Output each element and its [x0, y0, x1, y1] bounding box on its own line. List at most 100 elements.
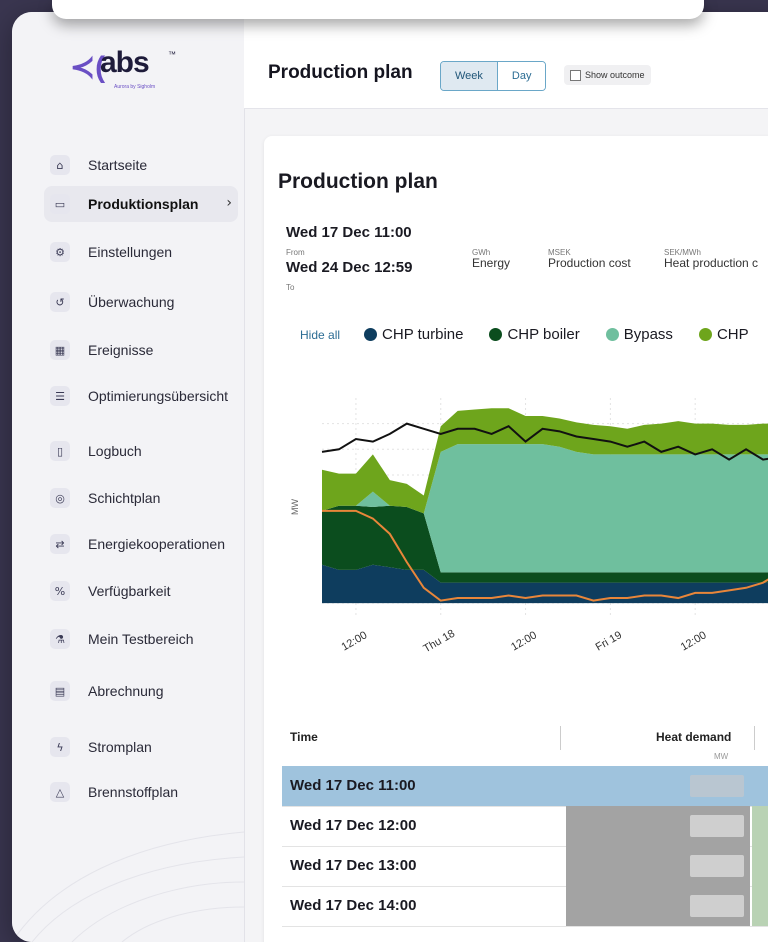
sidebar-item-label: Energiekooperationen: [88, 536, 225, 552]
kpi-heat-production-cost: SEK/MWh Heat production c: [664, 248, 758, 270]
sidebar-item-label: Ereignisse: [88, 342, 154, 358]
from-label: From: [286, 248, 305, 257]
sidebar-item-produktionsplan[interactable]: ▭ Produktionsplan ›: [44, 186, 238, 222]
heat-demand-value[interactable]: [690, 815, 744, 837]
sidebar-item-label: Stromplan: [88, 739, 152, 755]
sidebar-item-überwachung[interactable]: ↺ Überwachung: [44, 284, 238, 320]
sidebar-item-startseite[interactable]: ⌂ Startseite: [44, 147, 238, 183]
production-chart[interactable]: MW 12:00 Thu 18 12:00 Fri 19 12:00: [264, 376, 768, 696]
kpi-name: Heat production c: [664, 256, 759, 270]
user-schedule-icon: ◎: [50, 488, 70, 508]
sidebar-item-verfügbarkeit[interactable]: % Verfügbarkeit: [44, 573, 238, 609]
percent-icon: %: [50, 581, 70, 601]
column-heat-unit: MW: [714, 752, 729, 761]
history-icon: ↺: [50, 292, 70, 312]
x-tick-label: 12:00: [509, 629, 539, 653]
legend-label: CHP turbine: [382, 326, 464, 343]
kpi-production-cost: MSEK Production cost: [548, 248, 631, 270]
kpi-name: Production cost: [548, 256, 631, 270]
next-column-cell[interactable]: [752, 846, 768, 886]
logo-trademark: ™: [168, 50, 176, 59]
sidebar-item-mein testbereich[interactable]: ⚗ Mein Testbereich: [44, 621, 238, 657]
x-tick-label: Fri 19: [594, 629, 624, 653]
day-button[interactable]: Day: [496, 62, 546, 90]
brand-logo[interactable]: ≺( abs ™ Aurora by Sigholm: [70, 44, 180, 94]
sidebar-item-label: Produktionsplan: [88, 196, 199, 212]
legend-item[interactable]: CHP boiler: [489, 326, 580, 343]
flask-icon: ⚗: [50, 629, 70, 649]
table-row[interactable]: Wed 17 Dec 14:00: [282, 886, 768, 927]
sidebar: ≺( abs ™ Aurora by Sigholm ⌂ Startseite ▭ P…: [12, 12, 245, 942]
calendar-icon: ▦: [50, 340, 70, 360]
legend-item[interactable]: CHP: [698, 326, 749, 343]
show-outcome-label: Show outcome: [585, 70, 645, 80]
row-time: Wed 17 Dec 14:00: [290, 897, 417, 914]
home-icon: ⌂: [50, 155, 70, 175]
hide-all-link[interactable]: Hide all: [300, 328, 340, 342]
row-time: Wed 17 Dec 13:00: [290, 857, 417, 874]
table-row[interactable]: Wed 17 Dec 13:00: [282, 846, 768, 887]
sidebar-item-ereignisse[interactable]: ▦ Ereignisse: [44, 332, 238, 368]
show-outcome-toggle[interactable]: Show outcome: [564, 65, 651, 85]
heat-demand-value[interactable]: [690, 775, 744, 797]
sidebar-item-abrechnung[interactable]: ▤ Abrechnung: [44, 673, 238, 709]
sidebar-item-logbuch[interactable]: ▯ Logbuch: [44, 433, 238, 469]
list-icon: ☰: [50, 386, 70, 406]
column-time-header[interactable]: Time: [290, 730, 318, 744]
kpi-name: Energy: [472, 256, 511, 270]
sidebar-item-schichtplan[interactable]: ◎ Schichtplan: [44, 480, 238, 516]
sidebar-item-label: Überwachung: [88, 294, 175, 310]
column-resize-handle[interactable]: [560, 726, 561, 750]
page-header: Production plan Week Day Show outcome: [244, 12, 768, 109]
legend-items: CHP turbine CHP boiler Bypass CHP: [364, 326, 768, 343]
week-button[interactable]: Week: [441, 62, 497, 90]
to-label: To: [286, 283, 295, 292]
sidebar-item-label: Optimierungsübersicht: [88, 388, 229, 404]
calculator-icon: ▤: [50, 681, 70, 701]
chart-legend: Hide all CHP turbine CHP boiler Bypass CHP: [300, 326, 768, 343]
next-column-cell[interactable]: [752, 806, 768, 846]
legend-label: CHP boiler: [507, 326, 580, 343]
checkbox[interactable]: [570, 69, 581, 81]
heat-demand-value[interactable]: [690, 855, 744, 877]
x-tick-label: 12:00: [679, 629, 709, 653]
table-row[interactable]: Wed 17 Dec 12:00: [282, 806, 768, 847]
x-tick-label: Thu 18: [421, 628, 457, 656]
next-column-cell[interactable]: [752, 886, 768, 926]
logo-tagline: Aurora by Sigholm: [114, 84, 156, 90]
to-date[interactable]: Wed 24 Dec 12:59: [286, 259, 412, 276]
handshake-icon: ⇄: [50, 534, 70, 554]
legend-label: CHP: [716, 326, 749, 343]
sidebar-item-label: Verfügbarkeit: [88, 583, 171, 599]
chart-area-icon: ▭: [50, 194, 70, 214]
legend-dot-icon: [698, 328, 712, 341]
card-title: Production plan: [278, 170, 438, 193]
legend-dot-icon: [605, 328, 619, 341]
page-title: Production plan: [268, 62, 413, 83]
chevron-right-icon: ›: [226, 195, 232, 211]
heat-demand-value[interactable]: [690, 895, 744, 917]
legend-label: Bypass: [623, 326, 673, 343]
column-heat-demand-header[interactable]: Heat demand: [656, 730, 731, 744]
sidebar-item-label: Abrechnung: [88, 683, 164, 699]
document-icon: ▯: [50, 441, 70, 461]
sidebar-item-optimierungsübersicht[interactable]: ☰ Optimierungsübersicht: [44, 378, 238, 414]
sidebar-item-label: Schichtplan: [88, 490, 161, 506]
table-row[interactable]: Wed 17 Dec 11:00: [282, 766, 768, 807]
row-time: Wed 17 Dec 12:00: [290, 817, 417, 834]
column-resize-handle[interactable]: [754, 726, 755, 750]
settings-icon: ⚙: [50, 242, 70, 262]
sidebar-item-einstellungen[interactable]: ⚙ Einstellungen: [44, 234, 238, 270]
row-time: Wed 17 Dec 11:00: [290, 777, 416, 794]
sidebar-item-label: Logbuch: [88, 443, 142, 459]
sidebar-item-energiekooperationen[interactable]: ⇄ Energiekooperationen: [44, 526, 238, 562]
logo-text: abs: [100, 46, 150, 79]
from-date[interactable]: Wed 17 Dec 11:00: [286, 224, 412, 241]
legend-item[interactable]: Bypass: [605, 326, 673, 343]
y-axis-label: MW: [290, 499, 300, 515]
legend-dot-icon: [364, 328, 378, 341]
legend-item[interactable]: CHP turbine: [364, 326, 463, 343]
sidebar-item-stromplan[interactable]: ϟ Stromplan: [44, 729, 238, 765]
fuel-icon: △: [50, 782, 70, 802]
view-toggle: Week Day: [440, 61, 547, 91]
